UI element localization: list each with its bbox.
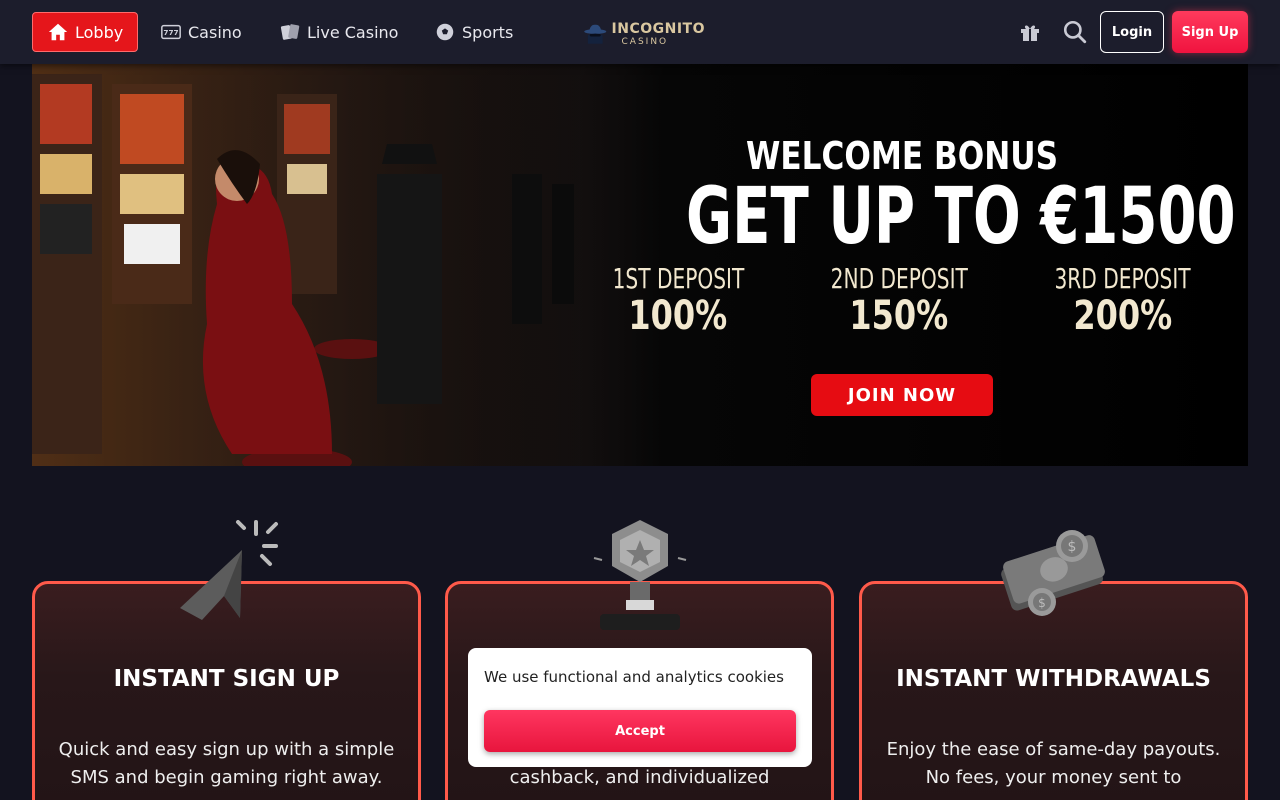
soccer-ball-icon bbox=[436, 23, 454, 41]
cards-icon bbox=[280, 24, 300, 40]
login-button[interactable]: Login bbox=[1100, 11, 1164, 53]
deposit-tier-1: 1ST DEPOSIT 100% bbox=[587, 262, 770, 339]
spy-hat-icon bbox=[584, 24, 607, 44]
deposit-tier-3: 3RD DEPOSIT 200% bbox=[1028, 262, 1217, 339]
search-icon bbox=[1063, 20, 1087, 44]
home-icon bbox=[48, 23, 68, 41]
top-nav-bar: Lobby 777 Casino Live Casino Sports INCO… bbox=[0, 0, 1280, 64]
nav-sports-label: Sports bbox=[462, 22, 514, 42]
deposit-label: 2ND DEPOSIT bbox=[830, 262, 968, 295]
card-title: INSTANT SIGN UP bbox=[113, 666, 340, 692]
logo-sub-text: CASINO bbox=[621, 36, 669, 47]
deposit-value: 100% bbox=[628, 293, 728, 339]
accept-cookies-button[interactable]: Accept bbox=[484, 710, 796, 752]
card-title: INSTANT WITHDRAWALS bbox=[896, 666, 1211, 692]
money-icon: $ $ bbox=[1001, 530, 1105, 616]
nav-live-casino[interactable]: Live Casino bbox=[273, 12, 404, 52]
join-now-button[interactable]: JOIN NOW bbox=[811, 374, 993, 416]
deposit-value: 200% bbox=[1073, 293, 1173, 339]
bonus-amount-headline: GET UP TO €1500 bbox=[686, 172, 1236, 262]
trophy-icon bbox=[593, 520, 687, 630]
gift-button[interactable] bbox=[1016, 18, 1044, 46]
nav-lobby-label: Lobby bbox=[75, 22, 124, 42]
deposit-label: 1ST DEPOSIT bbox=[612, 262, 745, 295]
casino-scene-image bbox=[32, 64, 632, 466]
cursor-click-icon bbox=[180, 520, 278, 620]
bonus-offer: WELCOME BONUS GET UP TO €1500 1ST DEPOSI… bbox=[602, 134, 1236, 339]
deposit-tiers: 1ST DEPOSIT 100% 2ND DEPOSIT 150% 3RD DE… bbox=[602, 262, 1202, 339]
deposit-value: 150% bbox=[849, 293, 949, 339]
svg-text:$: $ bbox=[1068, 539, 1077, 555]
site-logo[interactable]: INCOGNITO CASINO bbox=[583, 14, 705, 54]
nav-live-casino-label: Live Casino bbox=[307, 22, 399, 42]
svg-text:$: $ bbox=[1038, 596, 1046, 610]
nav-sports[interactable]: Sports bbox=[428, 12, 519, 52]
nav-casino-label: Casino bbox=[188, 22, 242, 42]
welcome-bonus-banner[interactable]: WELCOME BONUS GET UP TO €1500 1ST DEPOSI… bbox=[32, 64, 1248, 466]
logo-main-text: INCOGNITO bbox=[611, 20, 705, 37]
search-button[interactable] bbox=[1061, 18, 1089, 46]
cookie-message: We use functional and analytics cookies bbox=[484, 668, 784, 686]
card-description: cashback, and individualized bbox=[509, 767, 770, 788]
deposit-label: 3RD DEPOSIT bbox=[1054, 262, 1191, 295]
gift-icon bbox=[1021, 25, 1039, 41]
cookie-consent-dialog: We use functional and analytics cookies … bbox=[468, 648, 812, 767]
signup-button[interactable]: Sign Up bbox=[1172, 11, 1248, 53]
card-description: Quick and easy sign up with a simple SMS… bbox=[58, 739, 395, 788]
nav-lobby[interactable]: Lobby bbox=[32, 12, 139, 52]
svg-text:777: 777 bbox=[163, 28, 178, 37]
slot-machine-icon: 777 bbox=[161, 24, 181, 40]
nav-casino[interactable]: 777 Casino bbox=[154, 12, 248, 52]
card-description: Enjoy the ease of same-day payouts. No f… bbox=[886, 739, 1221, 788]
deposit-tier-2: 2ND DEPOSIT 150% bbox=[804, 262, 995, 339]
